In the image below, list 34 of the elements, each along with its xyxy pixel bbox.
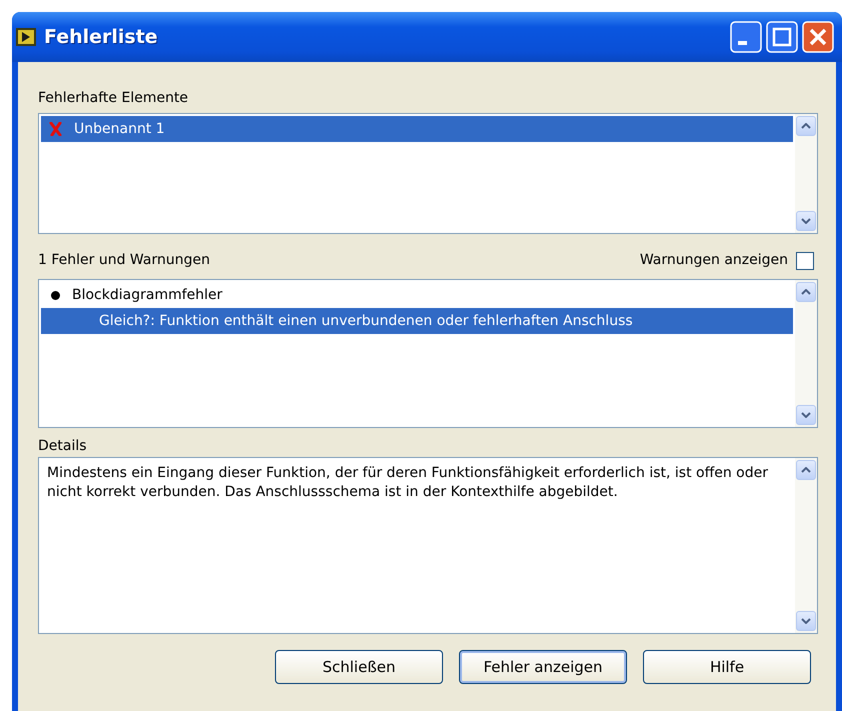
scroll-down-button[interactable] [796,611,816,631]
scroll-up-button[interactable] [796,116,816,136]
scrollbar[interactable] [795,458,817,633]
chevron-down-icon [801,412,811,418]
window-title: Fehlerliste [44,24,158,50]
close-button[interactable] [802,21,834,53]
scroll-up-button[interactable] [796,282,816,302]
scrollbar[interactable] [795,280,817,427]
section-label: Details [38,437,88,456]
checkbox[interactable] [796,252,814,270]
scroll-down-button[interactable] [796,211,816,231]
chevron-up-icon [801,289,811,295]
details-text: Mindestens ein Eingang dieser Funktion, der für deren Funktionsfähigkeit erforderlich ist, ist offen oder nicht korrekt verbunden. Das Anschlussschema ist in der Kontexthilfe abgebildet. [46,464,769,502]
chevron-up-icon [801,123,811,129]
dialog-button[interactable]: Hilfe [643,650,811,684]
scroll-up-button[interactable] [796,460,816,480]
error-icon [49,122,62,136]
scrollbar[interactable] [795,114,817,233]
chevron-up-icon [801,467,811,473]
error-count-label: 1 Fehler und Warnungen [38,251,210,270]
dialog-button[interactable]: Fehler anzeigen [459,650,627,684]
dialog-button[interactable]: Schließen [275,650,443,684]
maximize-button[interactable] [766,21,798,53]
section-label: Fehlerhafte Elemente [38,89,190,108]
checkbox-label: Warnungen anzeigen [640,251,788,270]
list-item[interactable]: Unbenannt 1 [41,116,793,142]
chevron-down-icon [801,218,811,224]
minimize-button[interactable] [730,21,762,53]
bullet-icon [51,290,60,300]
scroll-down-button[interactable] [796,405,816,425]
error-message[interactable]: Gleich?: Funktion enthält einen unverbundenen oder fehlerhaften Anschluss [41,308,793,334]
app-icon [16,28,36,46]
error-category[interactable]: Blockdiagrammfehler [41,282,793,308]
chevron-down-icon [801,618,811,624]
